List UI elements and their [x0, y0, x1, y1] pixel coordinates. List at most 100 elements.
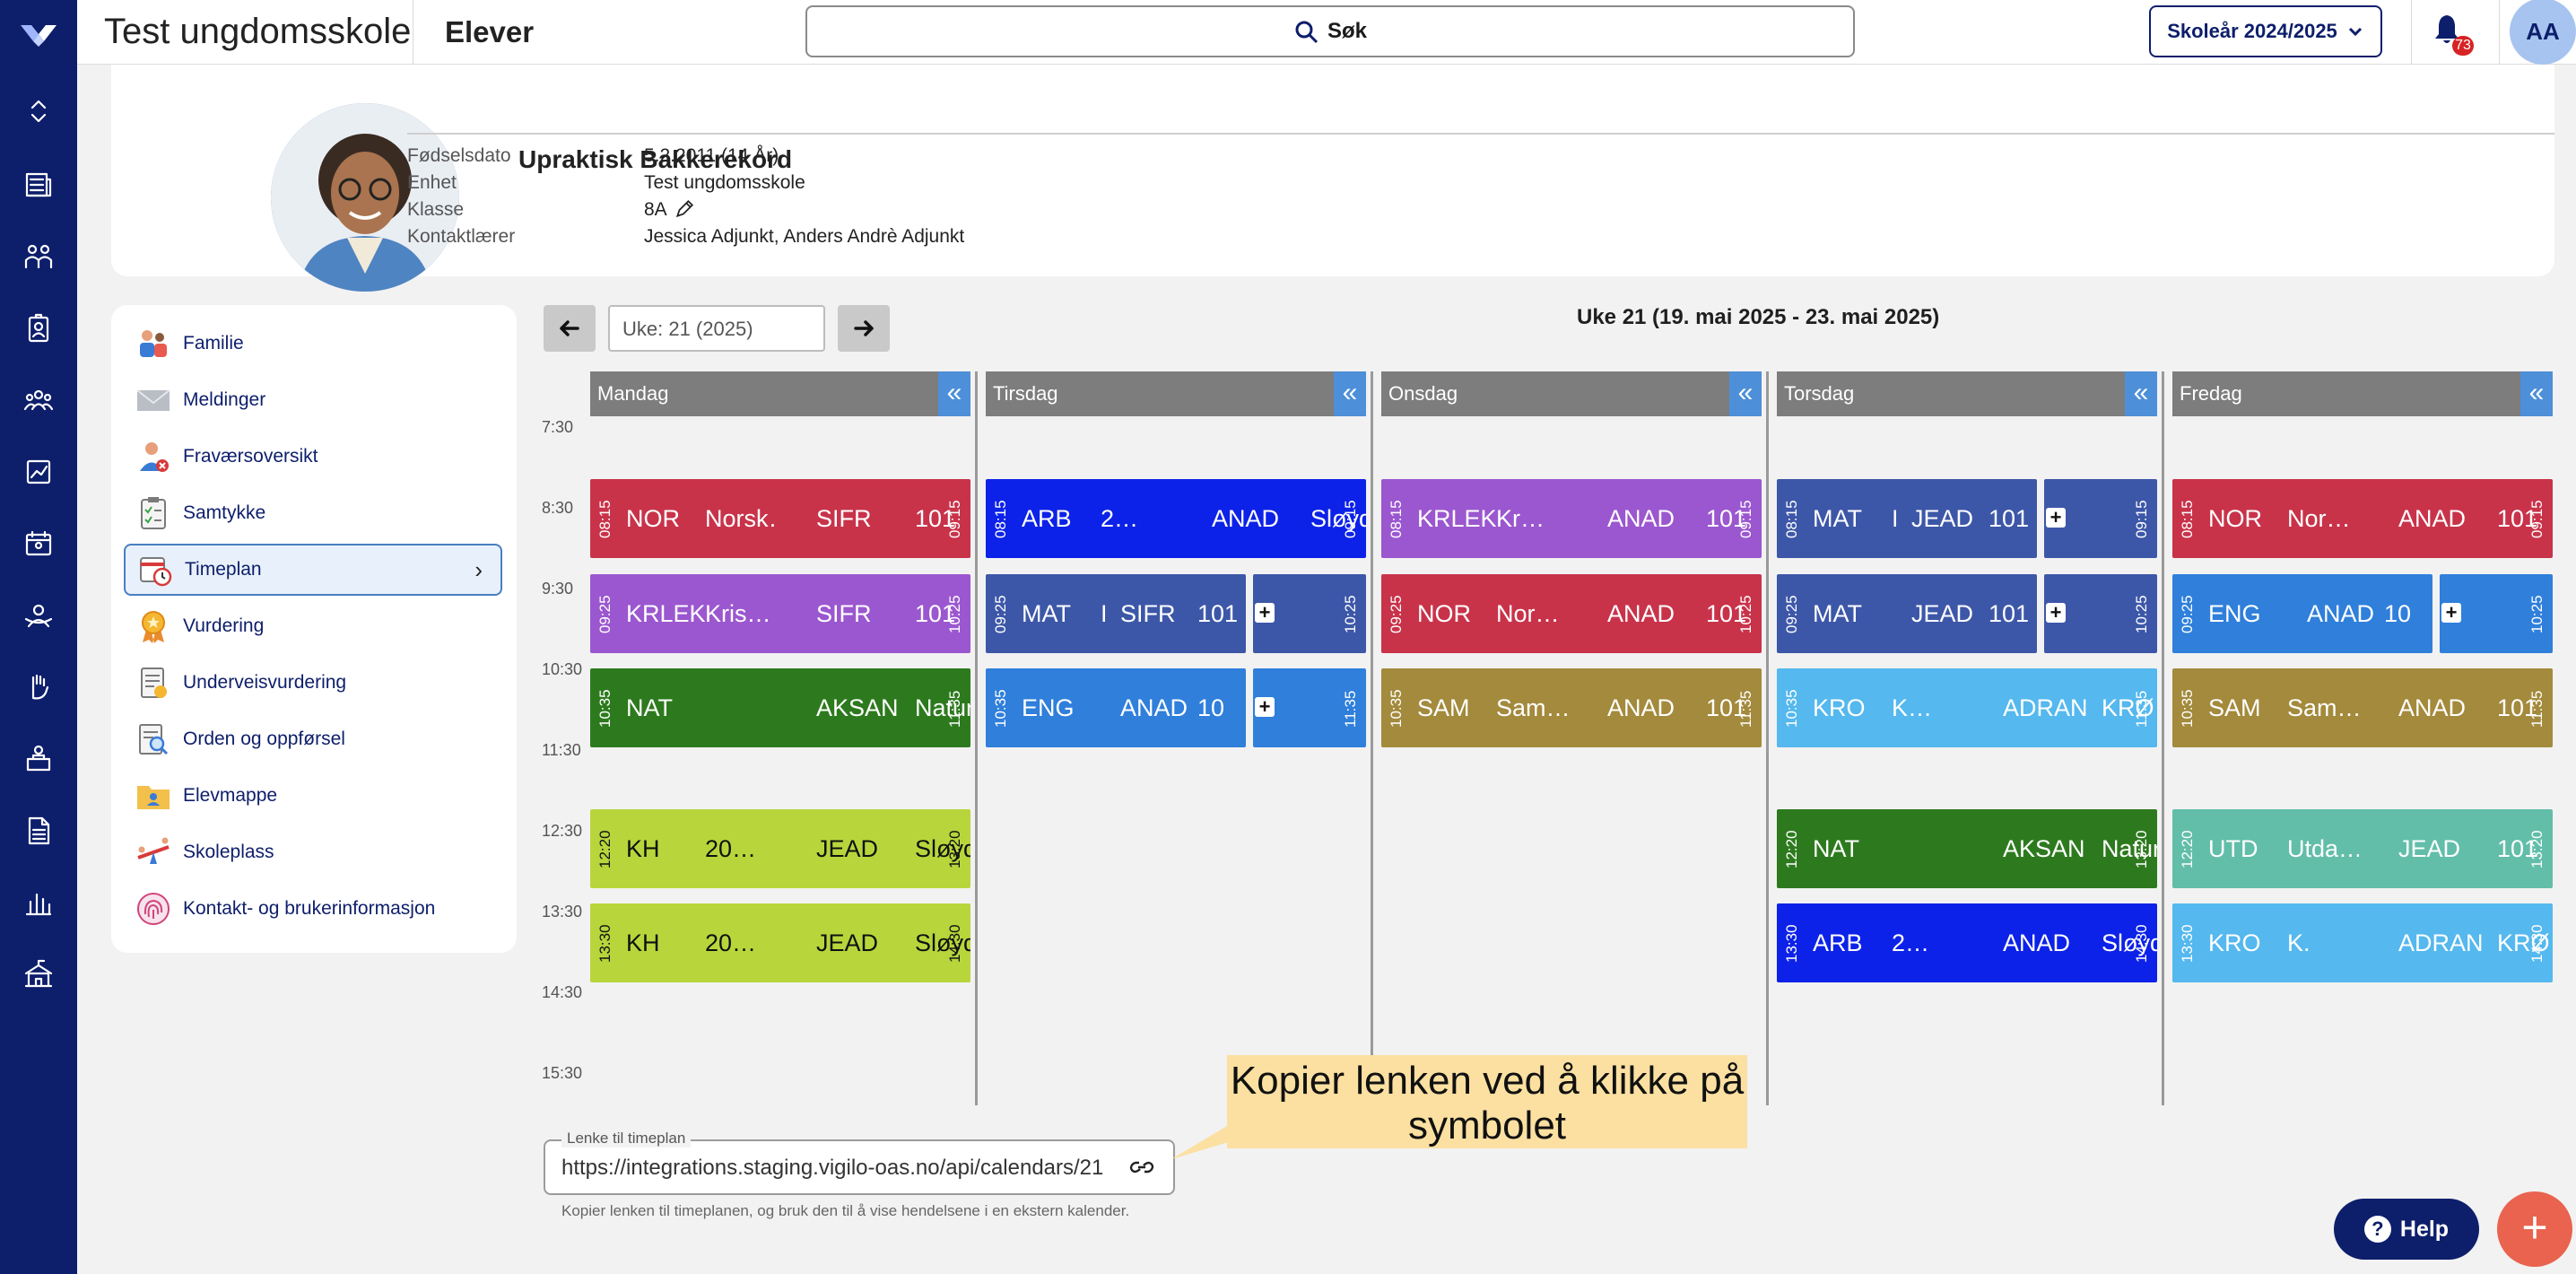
time-label: 9:30 [542, 580, 574, 598]
hand-raised-icon[interactable] [21, 669, 57, 705]
lesson-field: I [1892, 505, 1899, 532]
lesson-field: JEAD [816, 835, 879, 862]
search-button[interactable]: Søk [805, 5, 1855, 57]
collapse-day-icon[interactable]: « [2125, 371, 2157, 416]
menu-item-timeplan[interactable]: Timeplan › [124, 544, 502, 596]
people-icon[interactable] [21, 382, 57, 418]
lesson-start-time: 10:35 [1783, 689, 1800, 729]
school-icon[interactable] [21, 956, 57, 992]
lesson-field: SIFR [816, 505, 872, 532]
lesson-start-time: 09:25 [1388, 595, 1405, 634]
menu-item-elevmappe[interactable]: Elevmappe [124, 770, 502, 822]
collapse-day-icon[interactable]: « [1729, 371, 1762, 416]
lesson-field: Sam… [1496, 694, 1568, 721]
user-avatar[interactable]: AA [2510, 0, 2576, 65]
lesson-block[interactable]: 08:1509:15NORNorsk…SIFR101 [590, 479, 970, 558]
lesson-field: 2… [1101, 505, 1139, 532]
lesson-block-overflow[interactable]: +10:25 [2044, 574, 2157, 653]
lesson-block[interactable]: 13:30 14:30 KH 20… JEAD Sløyd [590, 903, 970, 982]
lesson-field: JEAD [1911, 505, 1974, 532]
bar-chart-icon[interactable] [21, 885, 57, 921]
pencil-edit-icon[interactable] [674, 199, 694, 219]
lesson-block[interactable]: 09:25 ENG ANAD 10 [2172, 574, 2432, 653]
id-badge-icon[interactable] [21, 310, 57, 346]
lesson-block-overflow[interactable]: +09:15 [2044, 479, 2157, 558]
chart-doc-icon[interactable] [21, 454, 57, 490]
day-separator [1371, 371, 1373, 1105]
menu-item-samtykke[interactable]: Samtykke [124, 487, 502, 539]
plus-icon[interactable]: + [1255, 697, 1275, 717]
lesson-field: ANAD [1120, 694, 1188, 721]
group-icon[interactable] [21, 239, 57, 275]
lesson-field: ANAD [1607, 600, 1675, 627]
help-button[interactable]: ? Help [2334, 1199, 2479, 1260]
menu-item-skoleplass[interactable]: Skoleplass [124, 826, 502, 878]
plus-icon[interactable]: + [2046, 603, 2066, 623]
calendar-link-field[interactable]: Lenke til timeplan https://integrations.… [544, 1130, 1175, 1195]
divider [2411, 0, 2412, 65]
user-support-icon[interactable] [21, 598, 57, 633]
lesson-block[interactable]: 09:25 MAT I SIFR 101 [986, 574, 1246, 653]
lesson-block[interactable]: 12:20 13:20 UTD Utda… JEAD 101 [2172, 809, 2553, 888]
previous-week-button[interactable] [544, 305, 596, 352]
lesson-start-time: 08:15 [1783, 500, 1800, 539]
menu-item-fravaersoversikt[interactable]: Fraværsoversikt [124, 431, 502, 483]
copy-link-icon[interactable] [1128, 1154, 1155, 1181]
collapse-day-icon[interactable]: « [1334, 371, 1366, 416]
lesson-block[interactable]: 09:25 10:25 KRLEK Kris… SIFR 101 [590, 574, 970, 653]
plus-icon[interactable]: + [2441, 603, 2461, 623]
desk-icon[interactable] [21, 741, 57, 777]
plus-icon[interactable]: + [2046, 508, 2066, 528]
lesson-field: 2… [1892, 929, 1930, 956]
day-separator [1766, 371, 1769, 1105]
collapse-day-icon[interactable]: « [2520, 371, 2553, 416]
add-fab-button[interactable]: + [2497, 1191, 2572, 1267]
lesson-block-overflow[interactable]: +11:35 [1253, 668, 1366, 747]
lesson-block[interactable]: 10:3511:35NATAKSANNaturfag [590, 668, 970, 747]
lesson-field: 10 [2384, 600, 2412, 627]
lesson-block[interactable]: 09:25 10:25 NOR Nor… ANAD 101 [1381, 574, 1762, 653]
lesson-block[interactable]: 08:15 09:15 KRLEK Kr… ANAD 101 [1381, 479, 1762, 558]
lesson-block-overflow[interactable]: +10:25 [2440, 574, 2553, 653]
menu-item-kontakt-og-brukerinformasjon[interactable]: Kontakt- og brukerinformasjon [124, 883, 502, 935]
lesson-block[interactable]: 10:35 ENG ANAD 10 [986, 668, 1246, 747]
lesson-block[interactable]: 08:15 09:15 ARB 2… ANAD Sløyd [986, 479, 1366, 558]
document-icon[interactable] [21, 813, 57, 849]
lesson-block[interactable]: 10:35 11:35 SAM Sam… ANAD 101 [2172, 668, 2553, 747]
lesson-block[interactable]: 10:35 11:35 SAM Sam… ANAD 101 [1381, 668, 1762, 747]
lesson-block[interactable]: 12:2013:20NATAKSANNaturfag [1777, 809, 2157, 888]
calendar-link-url[interactable]: https://integrations.staging.vigilo-oas.… [561, 1156, 1114, 1181]
lesson-block[interactable]: 12:20 13:20 KH 20… JEAD Sløyd [590, 809, 970, 888]
lesson-field: JEAD [2398, 835, 2461, 862]
school-year-dropdown[interactable]: Skoleår 2024/2025 [2149, 5, 2382, 57]
week-picker-input[interactable]: Uke: 21 (2025) [608, 305, 825, 352]
lesson-field: NOR [626, 505, 680, 532]
menu-item-orden-og-oppforsel[interactable]: Orden og oppførsel [124, 713, 502, 765]
plus-icon[interactable]: + [1255, 603, 1275, 623]
next-week-button[interactable] [838, 305, 890, 352]
menu-item-meldinger[interactable]: Meldinger [124, 374, 502, 426]
news-icon[interactable] [21, 167, 57, 203]
menu-item-vurdering[interactable]: Vurdering [124, 600, 502, 652]
lesson-field: K. [2287, 929, 2311, 956]
collapse-day-icon[interactable]: « [938, 371, 970, 416]
vigilo-logo-icon[interactable] [19, 18, 58, 48]
lesson-block[interactable]: 09:25 MAT JEAD 101 [1777, 574, 2037, 653]
notifications-button[interactable]: 73 [2431, 13, 2474, 56]
lesson-field: KRO [2208, 929, 2261, 956]
absence-icon [133, 436, 174, 477]
menu-item-underveisvurdering[interactable]: Underveisvurdering [124, 657, 502, 709]
lesson-field: 101 [1706, 505, 1747, 532]
calendar-person-icon[interactable] [21, 526, 57, 562]
menu-item-familie[interactable]: Familie [124, 318, 502, 370]
collapse-expand-icon[interactable] [21, 93, 57, 129]
lesson-block[interactable]: 08:15 MAT I JEAD 101 [1777, 479, 2037, 558]
lesson-block[interactable]: 08:15 09:15 NOR Nor… ANAD 101 [2172, 479, 2553, 558]
lesson-field: Sløyd [915, 929, 970, 956]
lesson-block[interactable]: 13:30 14:30 ARB 2… ANAD Sløyd [1777, 903, 2157, 982]
time-label: 13:30 [542, 903, 583, 921]
lesson-block-overflow[interactable]: +10:25 [1253, 574, 1366, 653]
lesson-field: 10 [1197, 694, 1225, 721]
lesson-block[interactable]: 13:3014:30KROK.ADRANKRØ 2 [2172, 903, 2553, 982]
lesson-block[interactable]: 10:3511:35KROK…ADRANKRØ 2 [1777, 668, 2157, 747]
